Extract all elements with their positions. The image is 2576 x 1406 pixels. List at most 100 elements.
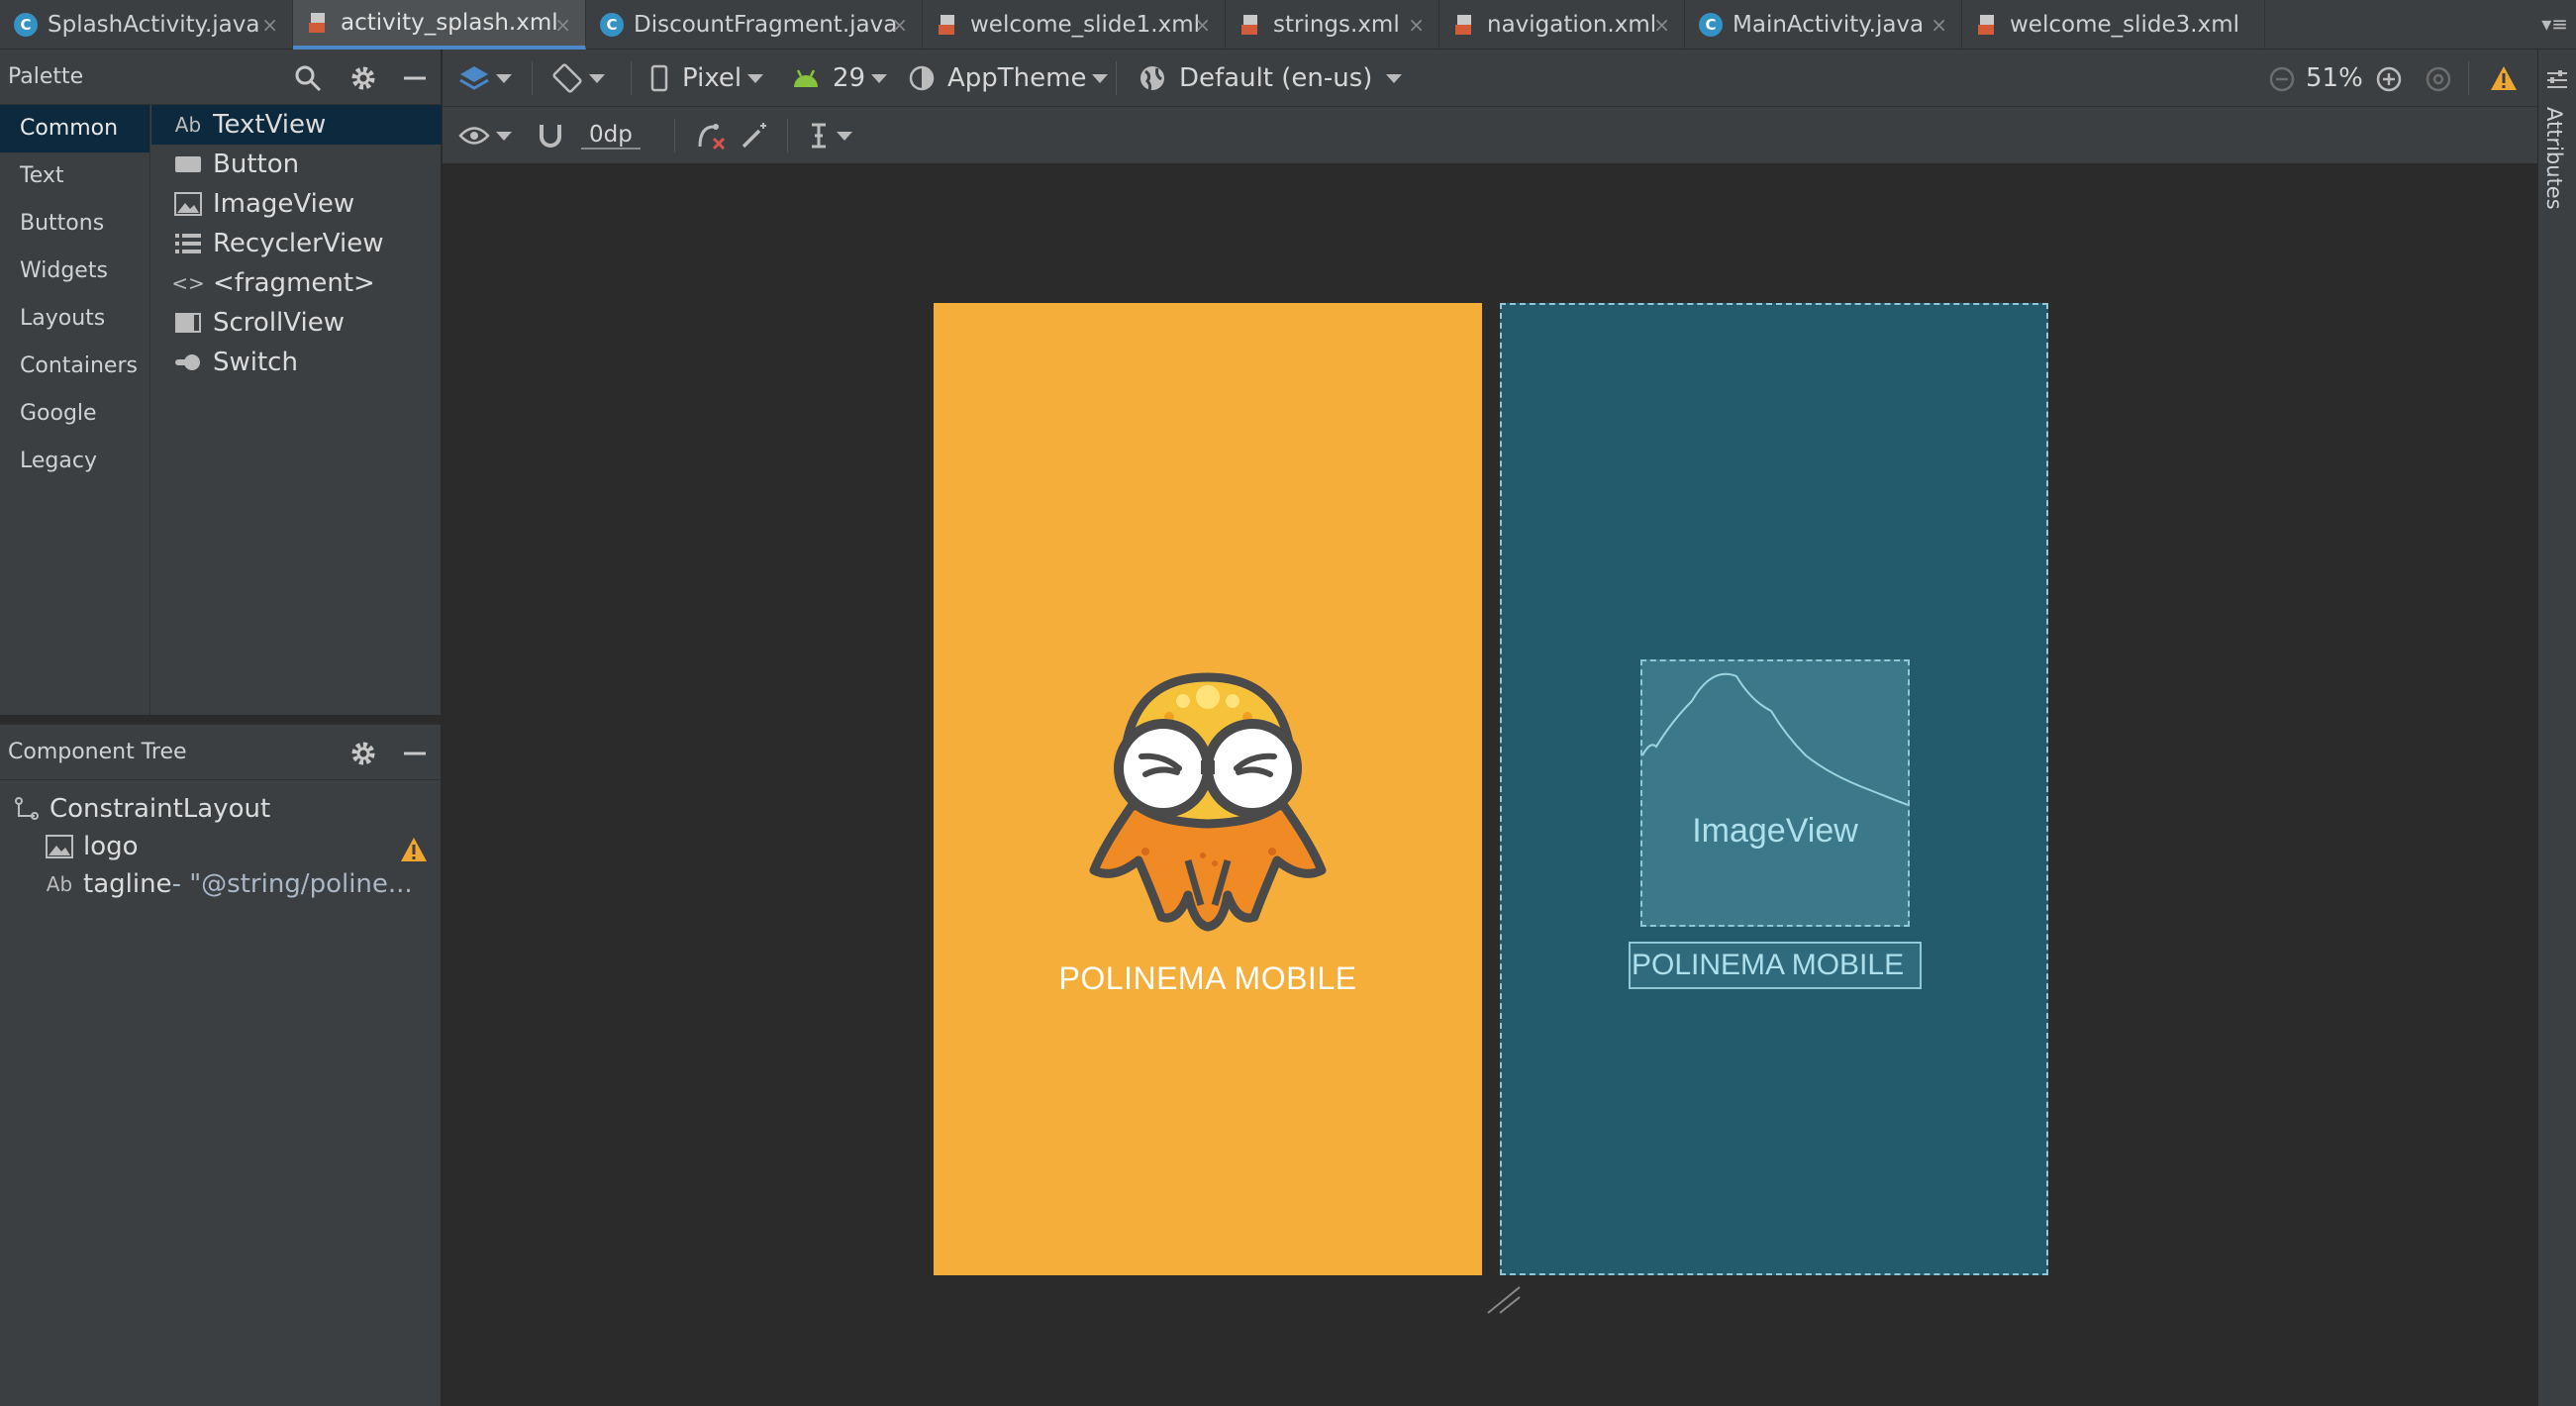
attributes-tab[interactable]: Attributes (2542, 107, 2566, 210)
palette-item-label: RecyclerView (213, 229, 384, 258)
tab-label: activity_splash.xml (341, 10, 558, 36)
palette-categories: Common Text Buttons Widgets Layouts Cont… (0, 105, 150, 715)
java-class-icon: C (14, 13, 38, 37)
guidelines-dropdown[interactable] (807, 117, 852, 154)
gear-icon[interactable] (348, 63, 378, 93)
blueprint-tagline[interactable]: POLINEMA MOBILE (1629, 942, 1922, 989)
blueprint-imageview[interactable]: ImageView (1640, 659, 1910, 927)
clear-constraints-icon[interactable] (696, 121, 728, 151)
tab-welcome-slide1-xml[interactable]: welcome_slide1.xml × (923, 0, 1226, 50)
category-buttons[interactable]: Buttons (0, 200, 149, 248)
constraint-toolbar: 0dp (443, 107, 2537, 164)
device-dropdown[interactable]: Pixel (650, 59, 764, 97)
warning-icon[interactable] (2490, 65, 2518, 91)
search-icon[interactable] (293, 63, 323, 93)
category-widgets[interactable]: Widgets (0, 248, 149, 295)
tab-discountfragment-java[interactable]: C DiscountFragment.java × (586, 0, 923, 50)
image-placeholder-icon (1642, 672, 1908, 806)
close-icon[interactable]: × (1931, 13, 1947, 37)
palette-panel: Palette Common Text Buttons Widgets Layo… (0, 50, 442, 715)
tree-item-label: tagline (83, 869, 172, 899)
minimize-icon[interactable] (400, 739, 430, 768)
zoom-out-icon[interactable] (2268, 65, 2296, 93)
tab-welcome-slide3-xml[interactable]: welcome_slide3.xml (1962, 0, 2265, 50)
blueprint-image-label: ImageView (1692, 812, 1858, 850)
tab-label: welcome_slide3.xml (2010, 12, 2239, 38)
palette-item-recyclerview[interactable]: RecyclerView (151, 224, 442, 263)
orientation-dropdown[interactable] (551, 59, 605, 97)
tab-splashactivity-java[interactable]: C SplashActivity.java × (0, 0, 293, 50)
palette-item-textview[interactable]: Ab TextView (151, 105, 442, 145)
design-surface[interactable]: POLINEMA MOBILE ImageView POLINEMA MOBIL… (443, 165, 2537, 1406)
phone-icon (650, 64, 668, 92)
xml-layout-icon (1455, 15, 1471, 35)
octopus-logo-icon[interactable] (1084, 657, 1332, 935)
default-margin-field[interactable]: 0dp (581, 117, 641, 154)
tree-item-constraintlayout[interactable]: ConstraintLayout (10, 794, 270, 824)
category-layouts[interactable]: Layouts (0, 295, 149, 343)
close-icon[interactable]: × (891, 13, 908, 37)
default-margin-value: 0dp (581, 122, 641, 150)
magic-wand-icon[interactable] (740, 121, 771, 151)
button-icon (173, 153, 203, 175)
theme-label: AppTheme (947, 63, 1087, 93)
resize-handle-icon[interactable] (1484, 1279, 1524, 1315)
close-icon[interactable]: × (1653, 13, 1670, 37)
image-icon (173, 192, 203, 216)
tree-item-label: logo (83, 832, 139, 861)
gear-icon[interactable] (348, 739, 378, 768)
magnet-icon[interactable] (536, 121, 565, 151)
xml-layout-icon (939, 15, 954, 35)
tree-item-tagline[interactable]: Ab tagline - "@string/poline... (44, 869, 413, 899)
tree-item-detail: - "@string/poline... (171, 869, 413, 899)
category-legacy[interactable]: Legacy (0, 438, 149, 485)
palette-item-scrollview[interactable]: ScrollView (151, 303, 442, 343)
close-icon[interactable]: × (554, 13, 571, 37)
category-containers[interactable]: Containers (0, 343, 149, 390)
text-icon: Ab (174, 113, 202, 137)
component-tree-title: Component Tree (8, 740, 187, 764)
component-tree-panel: Component Tree ConstraintLayout logo Ab … (0, 723, 442, 1406)
zoom-in-icon[interactable] (2375, 65, 2403, 93)
close-icon[interactable]: × (261, 13, 278, 37)
scroll-icon (173, 311, 203, 335)
palette-item-label: Button (213, 150, 300, 179)
tree-item-logo[interactable]: logo (44, 832, 139, 861)
tab-mainactivity-java[interactable]: C MainActivity.java × (1685, 0, 1962, 50)
layers-icon (459, 66, 489, 90)
tab-strings-xml[interactable]: strings.xml × (1226, 0, 1439, 50)
api-level-label: 29 (833, 63, 866, 93)
api-level-dropdown[interactable]: 29 (791, 59, 888, 97)
category-text[interactable]: Text (0, 152, 149, 200)
category-common[interactable]: Common (0, 105, 149, 152)
view-options-dropdown[interactable] (458, 117, 512, 154)
xml-layout-icon (1978, 15, 1994, 35)
android-icon (794, 69, 818, 87)
zoom-fit-icon[interactable] (2425, 65, 2452, 93)
tagline-text[interactable]: POLINEMA MOBILE (934, 960, 1482, 997)
palette-item-label: ScrollView (213, 308, 345, 338)
palette-item-imageview[interactable]: ImageView (151, 184, 442, 224)
warning-icon[interactable] (400, 837, 428, 862)
palette-item-switch[interactable]: Switch (151, 343, 442, 382)
rotate-icon (552, 63, 582, 93)
tab-navigation-xml[interactable]: navigation.xml × (1439, 0, 1685, 50)
locale-dropdown[interactable]: Default (en-us) (1138, 59, 1403, 97)
theme-dropdown[interactable]: AppTheme (908, 59, 1109, 97)
design-surface-dropdown[interactable] (458, 59, 512, 97)
list-icon (173, 232, 203, 255)
minimize-icon[interactable] (400, 63, 430, 93)
close-icon[interactable]: × (1194, 13, 1211, 37)
tab-label: MainActivity.java (1733, 12, 1925, 38)
palette-item-button[interactable]: Button (151, 145, 442, 184)
zoom-level: 51% (2306, 63, 2363, 93)
design-preview[interactable]: POLINEMA MOBILE (934, 303, 1482, 1275)
palette-item-fragment[interactable]: <> <fragment> (151, 263, 442, 303)
category-google[interactable]: Google (0, 390, 149, 438)
close-icon[interactable]: × (1408, 13, 1425, 37)
blueprint-preview[interactable]: ImageView POLINEMA MOBILE (1500, 303, 2048, 1275)
attributes-icon[interactable] (2544, 67, 2570, 93)
tab-activity-splash-xml[interactable]: activity_splash.xml × (293, 0, 586, 50)
switch-icon (173, 352, 203, 372)
tab-overflow-icon[interactable]: ▾≡ (2541, 12, 2568, 36)
